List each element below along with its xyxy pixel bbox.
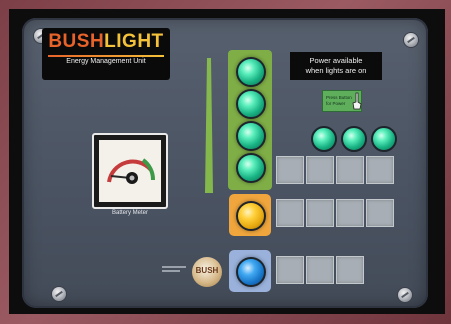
badge-text: BUSH xyxy=(195,266,219,275)
blank-indicator-tile xyxy=(336,256,364,284)
blank-indicator-tile xyxy=(366,199,394,227)
green-status-light xyxy=(311,126,337,152)
screw-icon xyxy=(52,287,66,301)
green-indicator-light xyxy=(236,89,266,119)
blank-indicator-tile xyxy=(306,156,334,184)
small-sticker xyxy=(162,264,188,274)
blank-indicator-tile xyxy=(366,156,394,184)
blank-indicator-tile xyxy=(306,256,334,284)
green-indicator-light xyxy=(236,121,266,151)
blank-indicator-tile xyxy=(276,199,304,227)
blank-indicator-tile xyxy=(336,156,364,184)
sticker-line xyxy=(162,266,186,268)
logo-suffix: LIGHT xyxy=(104,31,164,52)
battery-meter xyxy=(92,133,168,209)
level-bar-icon xyxy=(205,58,213,193)
logo-prefix: BUSH xyxy=(48,31,105,52)
bushlight-badge: BUSH xyxy=(192,257,222,287)
gauge-dial-icon xyxy=(107,158,156,184)
notice-line-1: Power available xyxy=(309,56,363,65)
green-indicator-light xyxy=(236,153,266,183)
blank-indicator-tile xyxy=(276,156,304,184)
amber-indicator-light xyxy=(236,201,266,231)
blank-indicator-tile xyxy=(336,199,364,227)
meter-face xyxy=(99,140,161,202)
bushlight-logo: BUSHLIGHT Energy Management Unit xyxy=(42,28,170,80)
green-indicator-light xyxy=(236,57,266,87)
meter-label: Battery Meter xyxy=(111,210,148,216)
blue-push-button[interactable] xyxy=(236,257,266,287)
blank-indicator-tile xyxy=(306,199,334,227)
power-notice-label: Power available when lights are on xyxy=(290,52,382,80)
screw-icon xyxy=(398,288,412,302)
green-status-light xyxy=(341,126,367,152)
screw-icon xyxy=(404,33,418,47)
logo-wordmark: BUSHLIGHT xyxy=(46,31,166,53)
logo-subtitle: Energy Management Unit xyxy=(42,55,170,65)
hand-press-icon xyxy=(352,92,362,110)
blank-indicator-tile xyxy=(276,256,304,284)
notice-line-2: when lights are on xyxy=(305,66,367,75)
green-status-light xyxy=(371,126,397,152)
sticker-line xyxy=(162,270,180,272)
